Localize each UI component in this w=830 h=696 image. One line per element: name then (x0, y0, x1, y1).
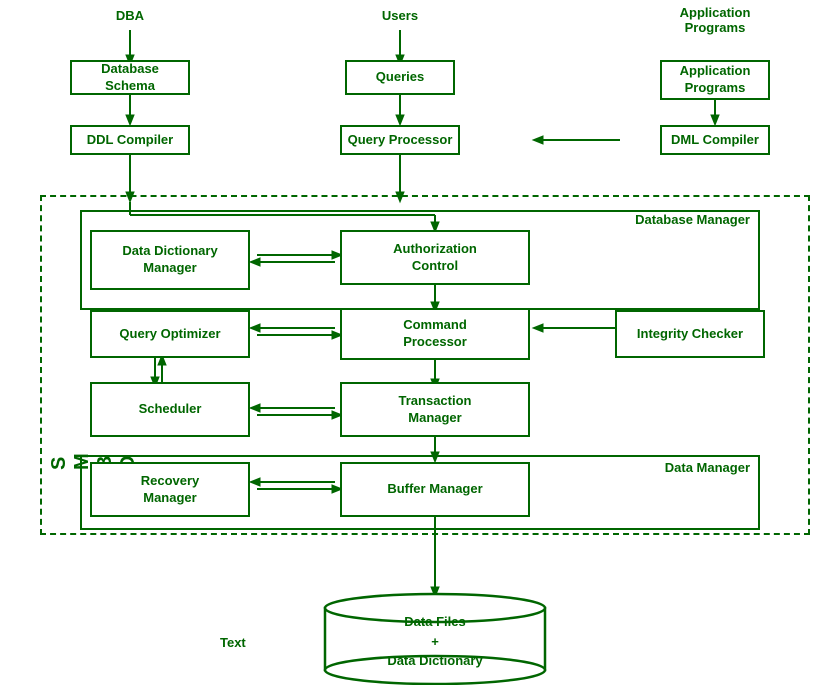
app-programs-text: Application Programs (680, 63, 751, 97)
scheduler-box: Scheduler (90, 382, 250, 437)
ddl-compiler-box: DDL Compiler (70, 125, 190, 155)
data-manager-label: Data Manager (665, 460, 750, 475)
text-label: Text (220, 635, 246, 650)
recovery-manager-box: Recovery Manager (90, 462, 250, 517)
data-files-text: Data Files + Data Dictionary (387, 614, 482, 668)
ddm-text: Data Dictionary Manager (122, 243, 217, 277)
dba-label: DBA (105, 8, 155, 23)
authorization-control-box: Authorization Control (340, 230, 530, 285)
diagram: DBA Users ApplicationPrograms Database S… (0, 0, 830, 696)
transaction-manager-text: Transaction Manager (399, 393, 472, 427)
data-files-cylinder: Data Files + Data Dictionary (320, 590, 550, 685)
queries-box: Queries (345, 60, 455, 95)
users-label: Users (375, 8, 425, 23)
integrity-checker-box: Integrity Checker (615, 310, 765, 358)
query-optimizer-box: Query Optimizer (90, 310, 250, 358)
command-processor-box: Command Processor (340, 308, 530, 360)
app-programs-box: Application Programs (660, 60, 770, 100)
auth-control-text: Authorization Control (393, 241, 477, 275)
transaction-manager-box: Transaction Manager (340, 382, 530, 437)
query-processor-box: Query Processor (340, 125, 460, 155)
data-dictionary-manager-box: Data Dictionary Manager (90, 230, 250, 290)
command-processor-text: Command Processor (403, 317, 467, 351)
dml-compiler-box: DML Compiler (660, 125, 770, 155)
app-programs-top-label: ApplicationPrograms (660, 5, 770, 35)
database-schema-box: Database Schema (70, 60, 190, 95)
db-manager-label: Database Manager (635, 212, 750, 227)
recovery-manager-text: Recovery Manager (141, 473, 200, 507)
buffer-manager-box: Buffer Manager (340, 462, 530, 517)
